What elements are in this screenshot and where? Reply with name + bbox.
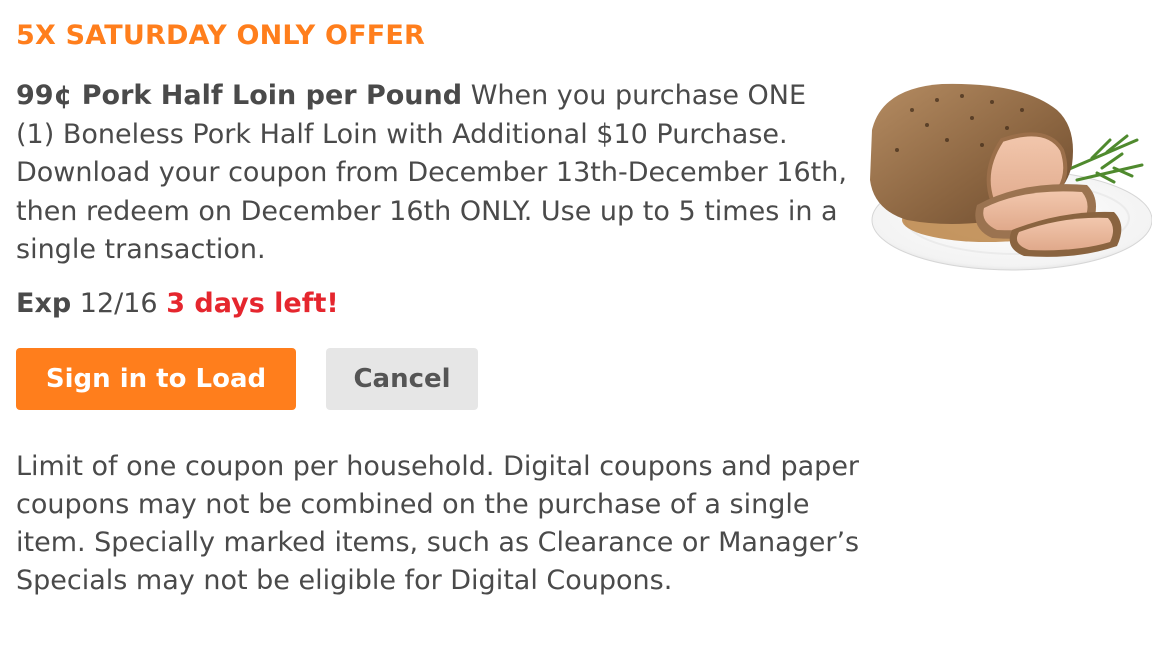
terms-text: Limit of one coupon per household. Digit… <box>16 451 860 596</box>
cancel-button[interactable]: Cancel <box>326 348 478 410</box>
offer-description: 99¢ Pork Half Loin per Pound When you pu… <box>16 77 852 270</box>
expiry-date: 12/16 <box>79 288 158 319</box>
sign-in-to-load-button[interactable]: Sign in to Load <box>16 348 296 410</box>
expiry-label: Exp <box>16 288 72 319</box>
days-left-badge: 3 days left! <box>166 288 339 319</box>
offer-title: 5X SATURDAY ONLY OFFER <box>16 20 426 51</box>
offer-headline: 99¢ Pork Half Loin per Pound <box>16 80 463 111</box>
product-image-pork-loin <box>852 70 1153 280</box>
expiry-line: Exp 12/16 3 days left! <box>16 288 339 319</box>
